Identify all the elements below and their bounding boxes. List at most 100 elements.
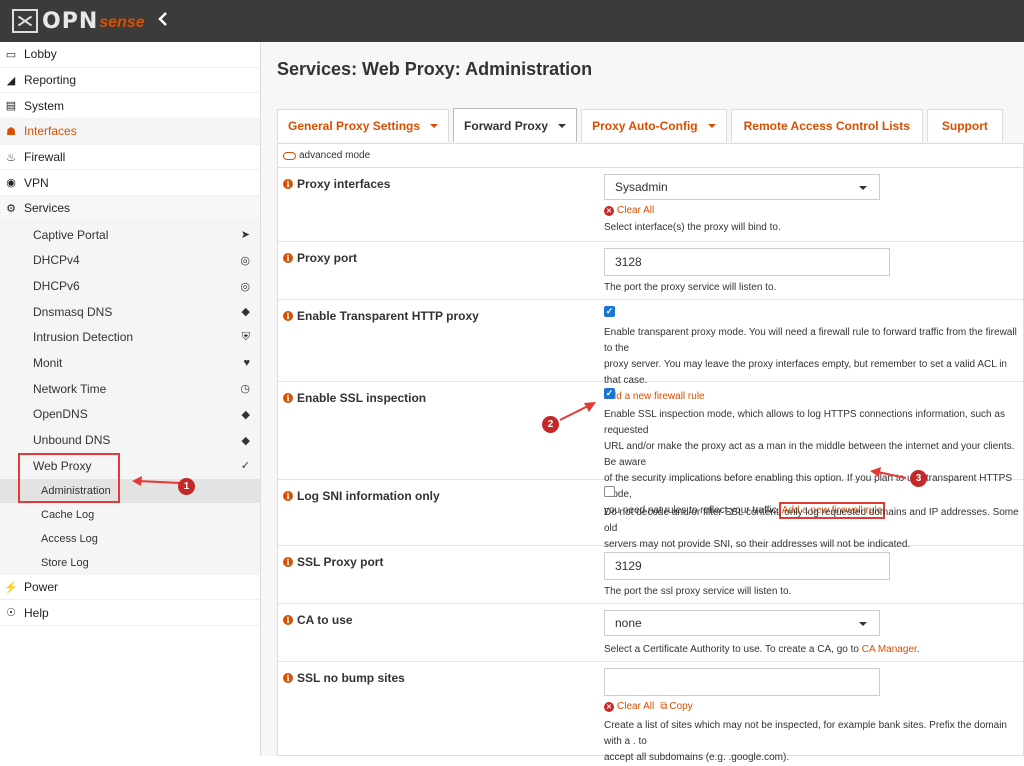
heartbeat-icon: ♥ — [243, 357, 250, 370]
sidebar-item-label: Help — [24, 605, 49, 620]
select-value: none — [615, 616, 642, 630]
label-proxy-interfaces: Proxy interfaces — [297, 177, 391, 191]
toggle-icon — [283, 151, 296, 160]
help-line: Do not decode and/or filter SSL content,… — [604, 507, 1019, 534]
clear-all-link[interactable]: ✕ Clear All — [604, 205, 1024, 216]
logo-subtext: sense — [99, 14, 145, 31]
caret-down-icon — [859, 622, 867, 626]
bullseye-icon: ◎ — [240, 254, 250, 267]
info-icon[interactable]: i — [283, 393, 293, 403]
no-bump-actions: ✕ Clear All ⧉ Copy — [604, 701, 1024, 712]
sidebar-item-label: Lobby — [24, 47, 57, 62]
sidebar-item-vpn[interactable]: ◉ VPN — [0, 170, 260, 197]
server-icon: ▤ — [5, 100, 17, 113]
sidebar-item-store-log[interactable]: Store Log — [0, 550, 260, 575]
tags-icon: ◆ — [241, 408, 250, 421]
sidebar-item-label: Store Log — [41, 556, 89, 569]
label-ssl-proxy-port: SSL Proxy port — [297, 555, 384, 569]
sidebar-item-system[interactable]: ▤ System — [0, 93, 260, 120]
info-icon[interactable]: i — [283, 253, 293, 263]
help-line: accept all subdomains (e.g. .google.com)… — [604, 752, 790, 763]
help-line: Enable SSL inspection mode, which allows… — [604, 409, 1005, 436]
sidebar-item-label: Reporting — [24, 73, 77, 88]
label-ca: CA to use — [297, 613, 353, 627]
ca-manager-link[interactable]: CA Manager — [862, 644, 917, 655]
sidebar-item-label: Services — [24, 201, 71, 216]
bullseye-icon: ◎ — [240, 280, 250, 293]
info-icon[interactable]: i — [283, 673, 293, 683]
main-content: Services: Web Proxy: Administration Gene… — [261, 42, 1024, 763]
copy-icon: ⧉ — [660, 701, 668, 712]
sidebar-item-captive-portal[interactable]: Captive Portal ➤ — [0, 221, 260, 248]
tags-icon: ◆ — [241, 306, 250, 319]
sidebar-item-opendns[interactable]: OpenDNS ◆ — [0, 401, 260, 428]
info-icon[interactable]: i — [283, 615, 293, 625]
remove-icon: ✕ — [604, 205, 614, 216]
info-icon[interactable]: i — [283, 491, 293, 501]
info-icon[interactable]: i — [283, 311, 293, 321]
sidebar-item-help[interactable]: ☉ Help — [0, 600, 260, 627]
tab-label: General Proxy Settings — [288, 119, 421, 133]
tab-general-proxy-settings[interactable]: General Proxy Settings — [277, 109, 450, 142]
caret-down-icon — [558, 123, 567, 128]
sidebar-item-interfaces[interactable]: ☗ Interfaces — [0, 119, 260, 145]
sidebar-item-label: Captive Portal — [33, 227, 109, 242]
transparent-proxy-checkbox[interactable]: ✓ — [604, 306, 615, 317]
proxy-interfaces-select[interactable]: Sysadmin — [604, 174, 880, 200]
sidebar-item-power[interactable]: ⚡ Power — [0, 575, 260, 601]
row-proxy-interfaces: i Proxy interfaces Sysadmin ✕ Clear All … — [278, 168, 1023, 242]
advanced-mode-toggle[interactable]: advanced mode — [278, 144, 1023, 168]
field-content: none Select a Certificate Authority to u… — [604, 610, 1024, 658]
sidebar-item-label: Intrusion Detection — [33, 330, 134, 345]
proxy-port-input[interactable]: 3128 — [604, 248, 890, 276]
globe-icon: ◉ — [6, 177, 16, 190]
sidebar-item-reporting[interactable]: ◢ Reporting — [0, 68, 260, 94]
row-ssl-proxy-port: i SSL Proxy port 3129 The port the ssl p… — [278, 546, 1023, 604]
ssl-inspection-checkbox[interactable]: ✓ — [604, 388, 615, 399]
info-icon[interactable]: i — [283, 557, 293, 567]
sidebar-item-services[interactable]: ⚙ Services — [0, 196, 260, 222]
sidebar-item-dhcpv6[interactable]: DHCPv6 ◎ — [0, 273, 260, 299]
log-sni-checkbox[interactable] — [604, 486, 615, 497]
sidebar-item-monit[interactable]: Monit ♥ — [0, 350, 260, 376]
sidebar-item-lobby[interactable]: ▭ Lobby — [0, 42, 260, 68]
sidebar-item-cache-log[interactable]: Cache Log — [0, 502, 260, 527]
label-no-bump: SSL no bump sites — [297, 671, 405, 685]
sidebar-item-network-time[interactable]: Network Time ◷ — [0, 375, 260, 402]
check-icon: ✓ — [605, 306, 614, 316]
no-bump-sites-input[interactable] — [604, 668, 880, 696]
field-content: Do not decode and/or filter SSL content,… — [604, 486, 1024, 553]
copy-link[interactable]: Copy — [669, 701, 692, 712]
help-text: Select a Certificate Authority to use. T… — [604, 642, 1024, 658]
sidebar-item-label: Dnsmasq DNS — [33, 304, 113, 319]
help-text: Create a list of sites which may not be … — [604, 718, 1024, 766]
sidebar-item-firewall[interactable]: ♨ Firewall — [0, 145, 260, 171]
chart-icon: ◢ — [6, 74, 16, 87]
sidebar-item-dhcpv4[interactable]: DHCPv4 ◎ — [0, 247, 260, 274]
tab-forward-proxy[interactable]: Forward Proxy — [453, 108, 578, 142]
tab-support[interactable]: Support — [926, 109, 1003, 142]
sidebar-item-dnsmasq-dns[interactable]: Dnsmasq DNS ◆ — [0, 298, 260, 325]
tags-icon: ◆ — [241, 434, 250, 447]
info-icon[interactable]: i — [283, 179, 293, 189]
annotation-badge-1: 1 — [178, 478, 195, 495]
page-title: Services: Web Proxy: Administration — [277, 59, 593, 79]
help-line-text: Select a Certificate Authority to use. T… — [604, 644, 859, 655]
sidebar-item-unbound-dns[interactable]: Unbound DNS ◆ — [0, 427, 260, 453]
field-label: i SSL Proxy port — [283, 555, 383, 569]
sidebar-item-intrusion-detection[interactable]: Intrusion Detection ⛨ — [0, 324, 260, 351]
check-icon: ✓ — [605, 388, 614, 398]
shield-icon: ⛨ — [241, 330, 250, 343]
ssl-proxy-port-input[interactable]: 3129 — [604, 552, 890, 580]
ca-select[interactable]: none — [604, 610, 880, 636]
opnsense-logo[interactable]: OPN sense — [12, 8, 145, 34]
help-text: The port the ssl proxy service will list… — [604, 586, 792, 597]
tab-label: Proxy Auto-Config — [592, 119, 698, 133]
clear-all-link[interactable]: Clear All — [617, 701, 654, 712]
collapse-sidebar-button[interactable] — [158, 12, 168, 31]
sidebar-item-access-log[interactable]: Access Log — [0, 526, 260, 551]
clear-all-label: Clear All — [617, 205, 655, 216]
tab-remote-access-control-lists[interactable]: Remote Access Control Lists — [730, 109, 923, 142]
arrow-1-icon — [132, 476, 181, 486]
tab-proxy-auto-config[interactable]: Proxy Auto-Config — [581, 109, 727, 142]
